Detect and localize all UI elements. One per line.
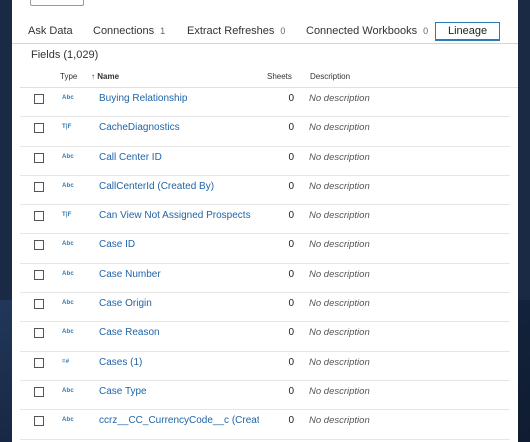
tab-label: Extract Refreshes: [187, 25, 275, 37]
field-name-link[interactable]: ccrz__CC_CurrencyCode__c (Create: [99, 415, 259, 426]
row-checkbox[interactable]: [34, 152, 44, 163]
tab-count: 0: [280, 26, 286, 36]
table-row[interactable]: Abc Case Reason 0 No description: [20, 322, 510, 352]
table-row[interactable]: T|F Can View Not Assigned Prospects 0 No de…: [20, 205, 510, 235]
table-row[interactable]: =# Cases (1) 0 No description: [20, 352, 510, 381]
field-type-icon: Abc: [62, 95, 74, 101]
tab-bar: Ask Data Connections 1 Extract Refreshes 0…: [12, 22, 518, 44]
field-name-link[interactable]: Can View Not Assigned Prospects: [99, 210, 251, 221]
column-header-name[interactable]: ↑ Name: [91, 72, 119, 81]
field-name-link[interactable]: Case Number: [99, 269, 161, 280]
field-type-icon: Abc: [62, 270, 74, 277]
field-name-link[interactable]: Case ID: [99, 239, 135, 250]
field-type-icon: T|F: [62, 124, 72, 131]
field-description: No description: [309, 327, 370, 339]
tab-label: Connections: [93, 25, 155, 37]
table-row[interactable]: T|F CacheDiagnostics 0 No description: [20, 117, 510, 147]
field-description: No description: [309, 93, 370, 104]
field-description: No description: [309, 239, 370, 251]
field-sheets-count: 0: [288, 385, 294, 397]
field-type-icon: Abc: [62, 153, 74, 160]
field-type-icon: Abc: [62, 387, 74, 394]
field-sheets-count: 0: [288, 327, 294, 339]
row-checkbox[interactable]: [34, 357, 44, 368]
field-type-icon: T|F: [62, 212, 72, 219]
field-description: No description: [309, 151, 370, 163]
row-checkbox[interactable]: [34, 299, 44, 310]
row-checkbox[interactable]: [34, 240, 44, 251]
row-checkbox[interactable]: [34, 269, 44, 280]
field-description: No description: [309, 122, 370, 134]
table-row[interactable]: Abc Case Number 0 No description: [20, 264, 510, 294]
lineage-panel: Ask Data Connections 1 Extract Refreshes 0…: [12, 0, 518, 442]
tab-count: 1: [160, 26, 166, 36]
field-sheets-count: 0: [288, 122, 294, 134]
field-name-link[interactable]: Case Type: [99, 386, 147, 397]
field-type-icon: Abc: [62, 417, 74, 424]
row-checkbox[interactable]: [34, 211, 44, 222]
field-sheets-count: 0: [288, 298, 294, 310]
field-name-link[interactable]: CallCenterId (Created By): [99, 181, 214, 192]
row-checkbox[interactable]: [34, 94, 44, 104]
field-name-link[interactable]: Buying Relationship: [99, 93, 187, 104]
row-checkbox[interactable]: [34, 386, 44, 397]
field-type-icon: Abc: [62, 241, 74, 248]
field-type-icon: Abc: [62, 182, 74, 189]
table-row[interactable]: Abc ccrz__CC_CurrencyCode__c (Create 0 No d…: [20, 410, 510, 440]
field-sheets-count: 0: [288, 415, 294, 427]
field-name-link[interactable]: CacheDiagnostics: [99, 122, 180, 133]
field-description: No description: [309, 268, 370, 280]
row-checkbox[interactable]: [34, 123, 44, 134]
field-type-icon: =#: [62, 358, 70, 365]
table-row[interactable]: Abc Call Center ID 0 No description: [20, 147, 510, 176]
column-header-sheets[interactable]: Sheets: [267, 72, 292, 81]
field-name-link[interactable]: Cases (1): [99, 357, 142, 368]
field-description: No description: [309, 356, 370, 368]
field-type-icon: Abc: [62, 300, 74, 307]
field-description: No description: [309, 210, 370, 222]
row-checkbox[interactable]: [34, 328, 44, 339]
field-name-link[interactable]: Case Origin: [99, 298, 152, 309]
tab-label: Connected Workbooks: [306, 25, 418, 37]
field-sheets-count: 0: [288, 356, 294, 368]
row-checkbox[interactable]: [34, 181, 44, 192]
tab-label: Ask Data: [28, 25, 73, 37]
tab-label: Lineage: [448, 25, 488, 37]
field-name-link[interactable]: Case Reason: [99, 327, 160, 338]
table-row[interactable]: Abc Buying Relationship 0 No description: [20, 88, 510, 118]
tab-ask-data[interactable]: Ask Data: [28, 25, 73, 37]
column-header-type[interactable]: Type: [60, 72, 77, 81]
tab-extract-refreshes[interactable]: Extract Refreshes 0: [187, 25, 285, 37]
fields-count-title: Fields (1,029): [31, 49, 99, 61]
field-sheets-count: 0: [288, 239, 294, 251]
field-type-icon: Abc: [62, 329, 74, 336]
row-checkbox[interactable]: [34, 416, 44, 427]
field-sheets-count: 0: [288, 268, 294, 280]
table-row[interactable]: Abc Case ID 0 No description: [20, 234, 510, 264]
field-description: No description: [309, 385, 370, 397]
column-header-description[interactable]: Description: [310, 72, 350, 81]
table-row[interactable]: Abc Case Origin 0 No description: [20, 293, 510, 323]
field-sheets-count: 0: [288, 93, 294, 104]
tab-lineage[interactable]: Lineage: [435, 22, 501, 41]
tab-count: 0: [423, 26, 429, 36]
fields-table: Abc Buying Relationship 0 No description T|F…: [12, 88, 518, 440]
field-description: No description: [309, 298, 370, 310]
field-sheets-count: 0: [288, 180, 294, 192]
tab-connections[interactable]: Connections 1: [93, 25, 165, 37]
field-name-link[interactable]: Call Center ID: [99, 152, 162, 163]
field-description: No description: [309, 415, 370, 427]
table-row[interactable]: Abc CallCenterId (Created By) 0 No descript…: [20, 176, 510, 206]
field-sheets-count: 0: [288, 210, 294, 222]
field-sheets-count: 0: [288, 151, 294, 163]
field-description: No description: [309, 180, 370, 192]
top-button[interactable]: [30, 0, 84, 6]
tab-connected-workbooks[interactable]: Connected Workbooks 0: [306, 25, 428, 37]
table-row[interactable]: Abc Case Type 0 No description: [20, 381, 510, 411]
